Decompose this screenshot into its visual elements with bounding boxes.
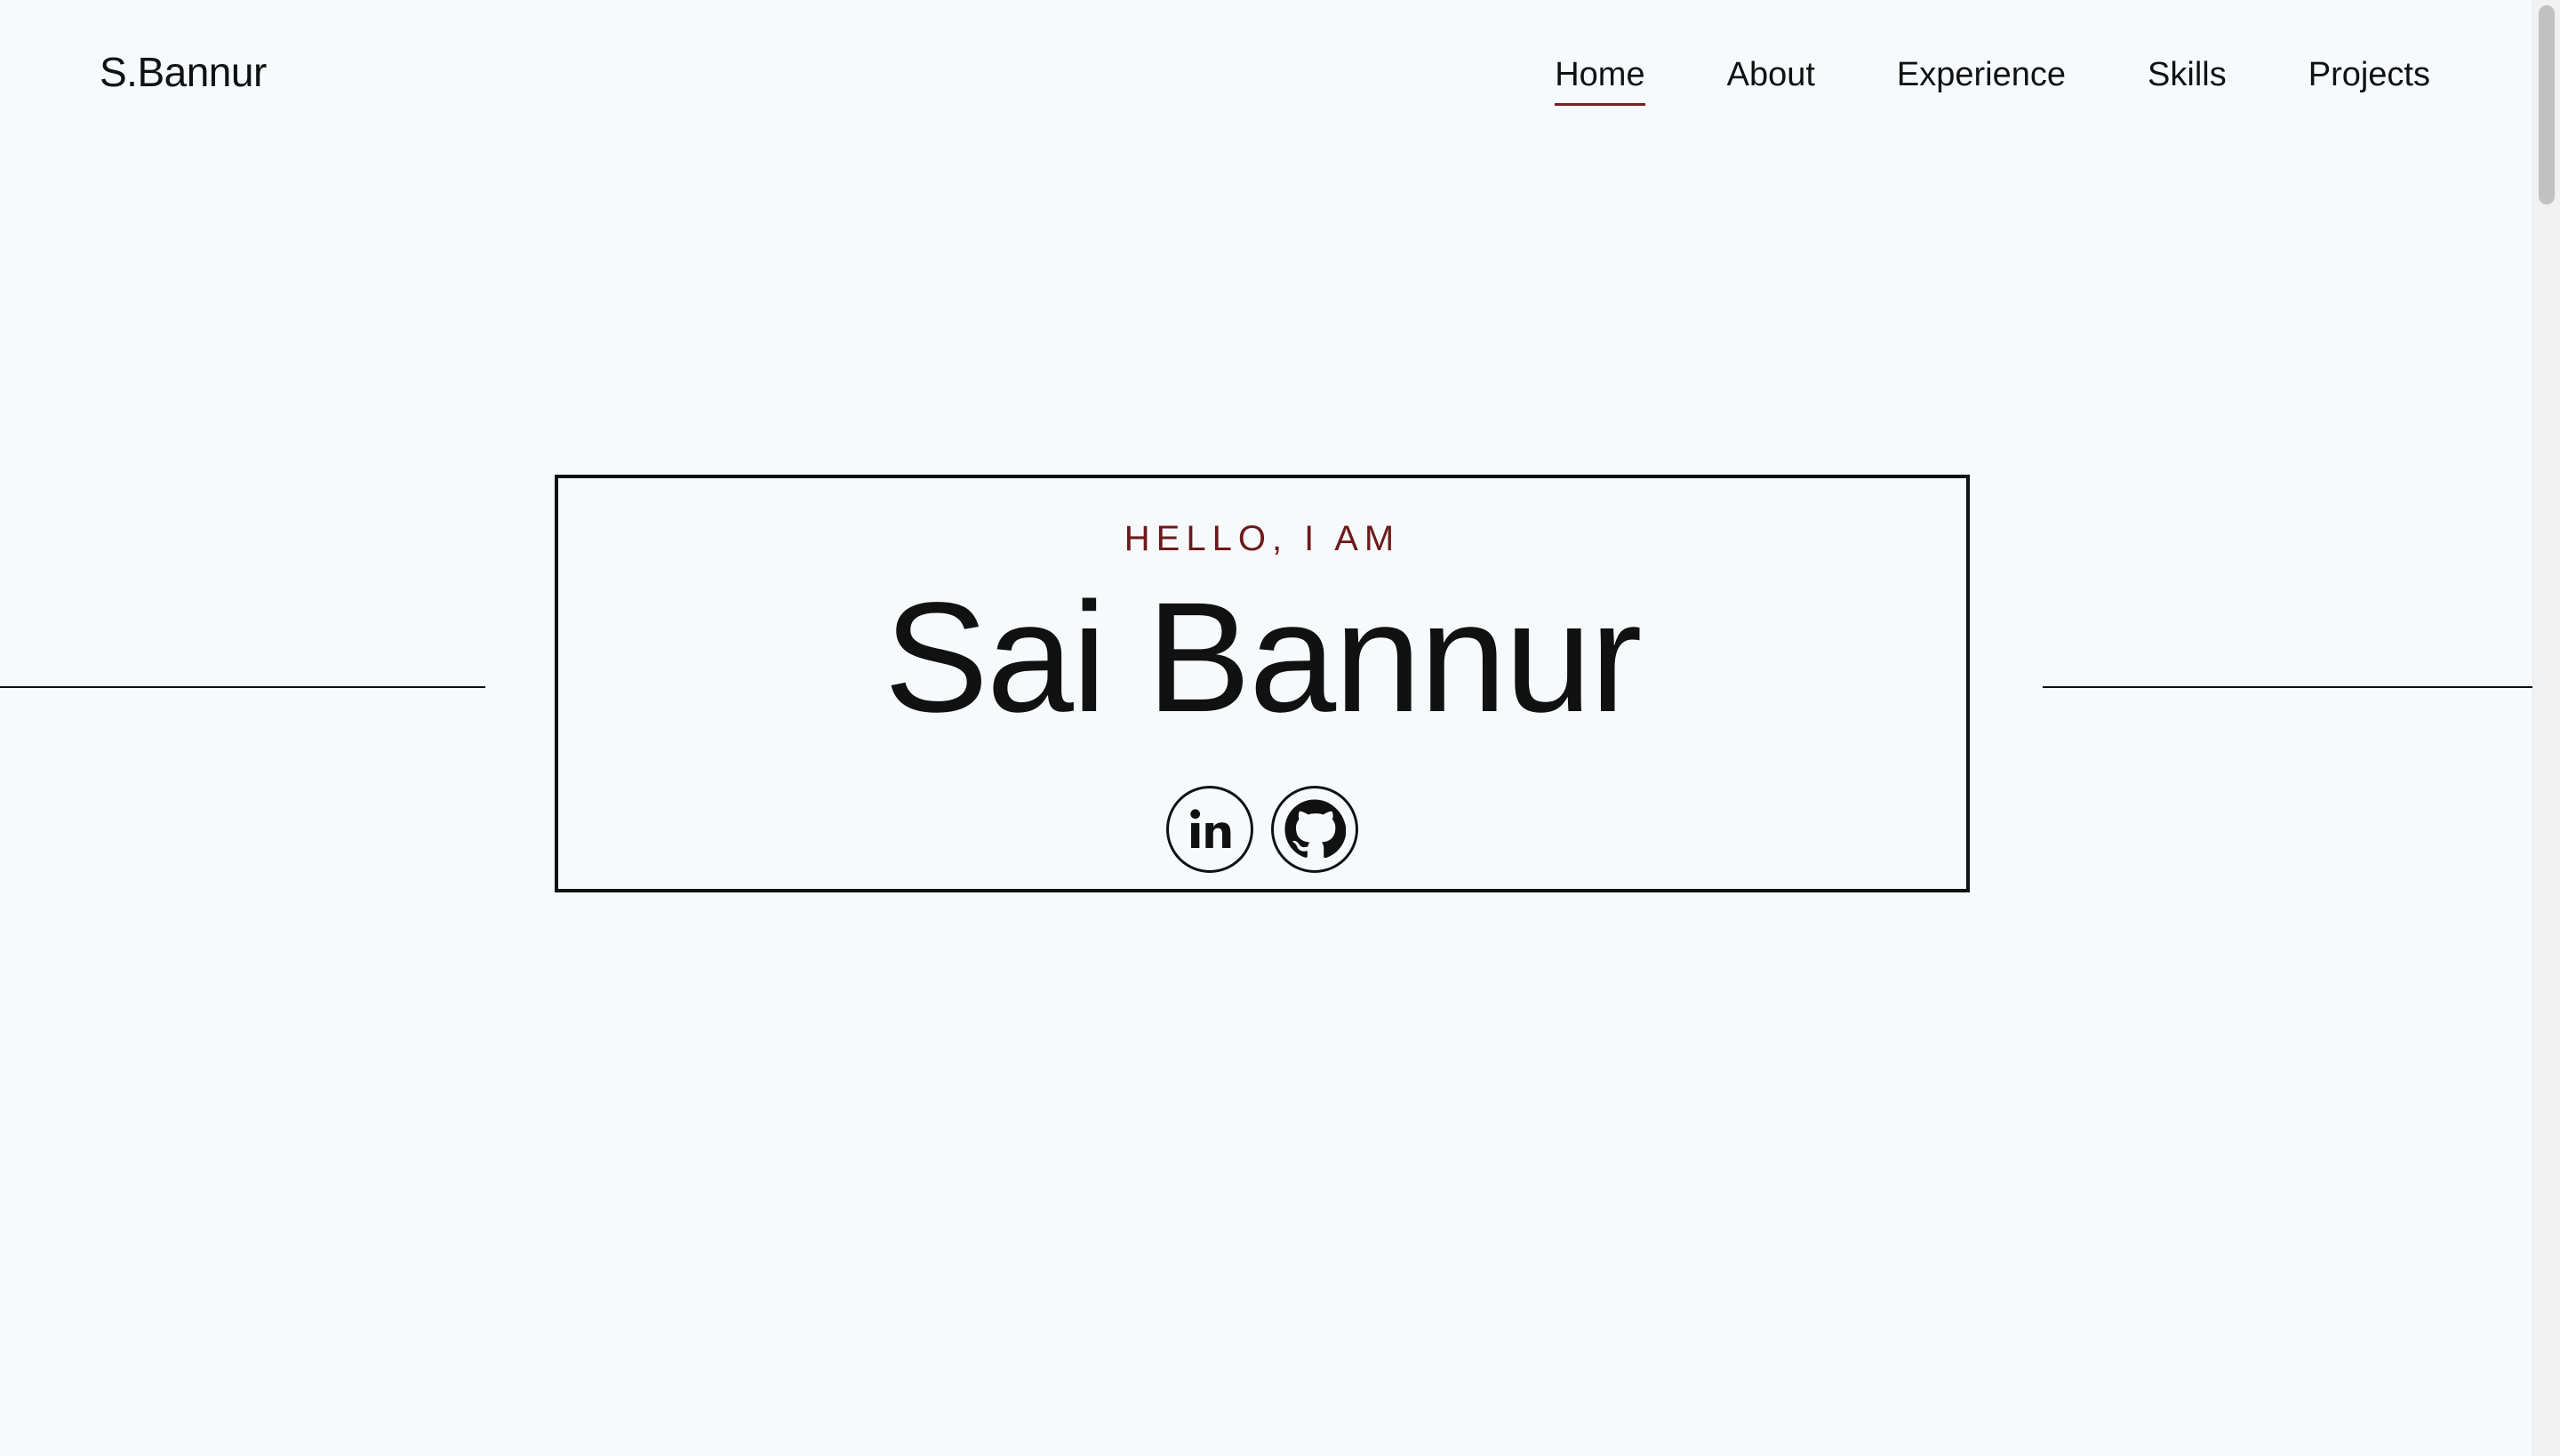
nav-item-projects[interactable]: Projects <box>2308 55 2430 103</box>
hero-card: HELLO, I AM Sai Bannur <box>555 475 1970 892</box>
hero-name: Sai Bannur <box>884 571 1643 745</box>
nav-item-home[interactable]: Home <box>1555 55 1645 106</box>
hero-divider-left <box>0 686 485 688</box>
linkedin-button[interactable] <box>1166 786 1253 873</box>
social-links <box>558 786 1966 873</box>
nav-item-experience[interactable]: Experience <box>1897 55 2066 103</box>
github-icon <box>1284 798 1346 860</box>
github-button[interactable] <box>1271 786 1358 873</box>
scrollbar[interactable] <box>2532 0 2560 1456</box>
hero-eyebrow: HELLO, I AM <box>1124 519 1401 558</box>
brand-logo[interactable]: S.Bannur <box>100 48 267 96</box>
scrollbar-thumb[interactable] <box>2539 5 2555 204</box>
hero-divider-right <box>2043 686 2533 688</box>
linkedin-icon <box>1185 804 1235 854</box>
nav-item-skills[interactable]: Skills <box>2148 55 2227 103</box>
nav-item-about[interactable]: About <box>1727 55 1815 103</box>
main-nav: Home About Experience Skills Projects <box>1555 55 2430 106</box>
page: S.Bannur Home About Experience Skills Pr… <box>0 0 2560 1456</box>
